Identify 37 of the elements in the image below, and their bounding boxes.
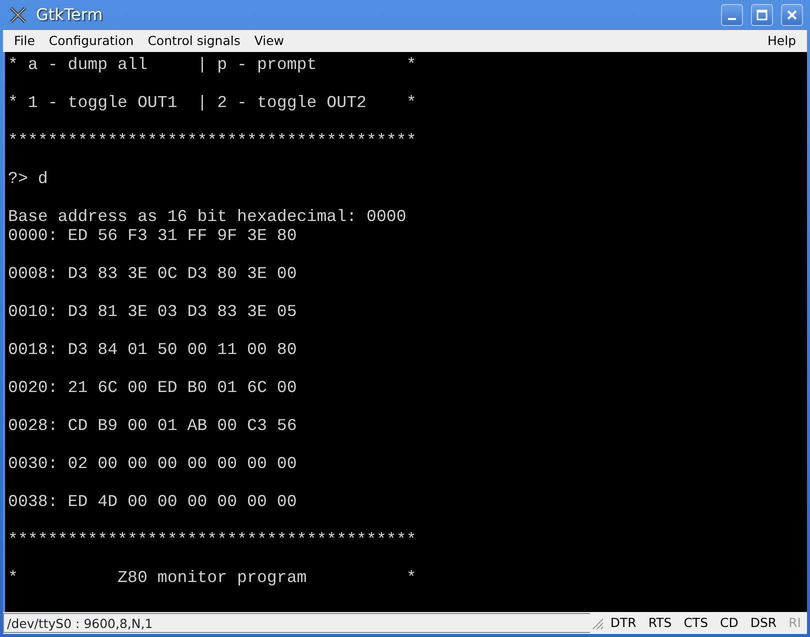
terminal-line: 0030: 02 00 00 00 00 00 00 00 (8, 454, 297, 473)
signal-indicator: CD (719, 614, 740, 632)
signal-indicator: RI (788, 614, 802, 632)
minimize-button[interactable] (721, 4, 743, 26)
terminal-line: 0038: ED 4D 00 00 00 00 00 00 (8, 492, 297, 511)
terminal-line: 0028: CD B9 00 01 AB 00 C3 56 (8, 416, 297, 435)
terminal-line: 0000: ED 56 F3 31 FF 9F 3E 80 (8, 226, 297, 245)
minimize-icon (728, 18, 736, 20)
terminal-area[interactable] (3, 52, 807, 612)
menu-item[interactable]: View (247, 30, 292, 52)
close-button[interactable] (781, 4, 803, 26)
terminal-line: 0018: D3 84 01 50 00 11 00 80 (8, 340, 297, 359)
signal-indicator: RTS (647, 614, 673, 632)
maximize-icon (756, 9, 768, 21)
terminal-line: ?> d (8, 169, 48, 188)
port-settings: /dev/ttyS0 : 9600,8,N,1 (3, 613, 590, 633)
terminal-line: 0010: D3 81 3E 03 D3 83 3E 05 (8, 302, 297, 321)
window-title: GtkTerm (36, 4, 103, 26)
resize-grip-icon[interactable] (590, 616, 604, 630)
terminal-line: ***************************************** (8, 131, 416, 150)
maximize-button[interactable] (751, 4, 773, 26)
menu-item[interactable]: Control signals (140, 30, 248, 52)
close-icon (786, 9, 798, 21)
terminal-line: ***************************************** (8, 530, 416, 549)
menu-item[interactable]: Configuration (42, 30, 141, 52)
terminal-line: * 1 - toggle OUT1 | 2 - toggle OUT2 * (8, 93, 416, 112)
terminal-line: 0008: D3 83 3E 0C D3 80 3E 00 (8, 264, 297, 283)
signal-indicator: DTR (609, 614, 638, 632)
terminal-line: 0020: 21 6C 00 ED B0 01 6C 00 (8, 378, 297, 397)
signal-indicator: CTS (682, 614, 710, 632)
signal-indicator: DSR (749, 614, 778, 632)
terminal-line: * Z80 monitor program * (8, 568, 416, 587)
terminal-line: Base address as 16 bit hexadecimal: 0000 (8, 207, 406, 226)
menu-item[interactable]: Help (760, 30, 803, 52)
app-icon (8, 5, 28, 25)
menu-item[interactable]: File (7, 30, 42, 52)
terminal-line: * a - dump all | p - prompt * (8, 55, 416, 74)
